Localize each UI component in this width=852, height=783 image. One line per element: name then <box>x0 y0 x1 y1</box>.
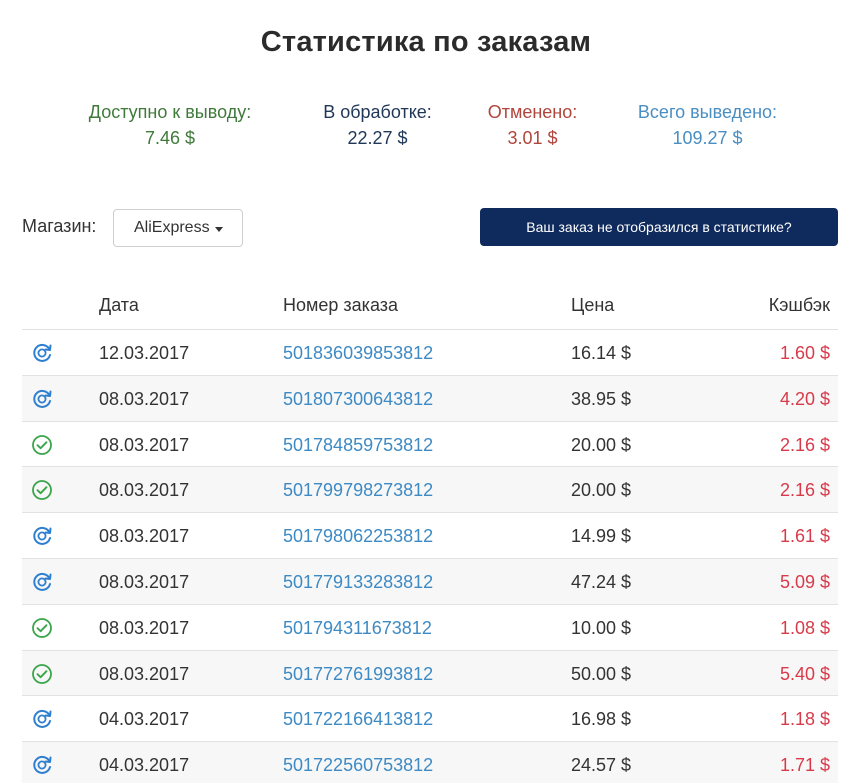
order-date: 08.03.2017 <box>99 571 190 592</box>
order-price: 14.99 $ <box>571 526 632 547</box>
order-cashback: 2.16 $ <box>779 434 830 455</box>
store-select-value: AliExpress <box>134 219 210 236</box>
completed-status-icon <box>31 663 53 685</box>
stat-processing-value: 22.27 $ <box>347 128 408 148</box>
order-date: 08.03.2017 <box>99 526 190 547</box>
stat-processing-label: В обработке: <box>323 102 432 122</box>
order-price: 16.98 $ <box>571 709 632 730</box>
completed-status-icon <box>31 434 53 456</box>
order-cashback: 2.16 $ <box>779 480 830 501</box>
store-label: Магазин: <box>22 216 97 236</box>
store-select[interactable]: AliExpress <box>113 209 243 247</box>
table-row: 08.03.2017 501784859753812 20.00 $ 2.16 $ <box>22 422 838 468</box>
order-price: 38.95 $ <box>571 388 632 409</box>
table-row: 08.03.2017 501772761993812 50.00 $ 5.40 $ <box>22 650 838 697</box>
order-cashback: 1.08 $ <box>779 617 830 638</box>
order-number-link[interactable]: 501722166413812 <box>283 709 433 730</box>
order-price: 20.00 $ <box>571 480 632 501</box>
stat-cancelled-label: Отменено: <box>487 102 578 122</box>
order-price: 10.00 $ <box>571 617 632 638</box>
order-price: 50.00 $ <box>571 663 632 684</box>
order-date: 08.03.2017 <box>99 663 190 684</box>
order-cashback: 1.60 $ <box>779 343 830 363</box>
table-row: 08.03.2017 501807300643812 38.95 $ 4.20 $ <box>22 375 838 422</box>
stats-summary: Доступно к выводу: 7.46 $ В обработке: 2… <box>0 100 852 160</box>
order-date: 12.03.2017 <box>99 343 190 363</box>
completed-status-icon <box>31 617 53 639</box>
order-cashback: 1.18 $ <box>779 709 830 730</box>
stat-available-label: Доступно к выводу: <box>88 102 252 122</box>
table-row: 12.03.2017 501836039853812 16.14 $ 1.60 $ <box>22 330 838 376</box>
stat-available: Доступно к выводу: 7.46 $ <box>70 100 270 151</box>
stat-withdrawn-value: 109.27 $ <box>672 128 743 148</box>
pending-status-icon <box>31 525 53 547</box>
order-date: 04.03.2017 <box>99 755 190 776</box>
order-number-link[interactable]: 501784859753812 <box>283 435 433 456</box>
table-body: 12.03.2017 501836039853812 16.14 $ 1.60 $ 08… <box>22 330 838 783</box>
stat-processing: В обработке: 22.27 $ <box>290 100 465 151</box>
order-cashback: 5.40 $ <box>779 663 830 684</box>
page-title: Статистика по заказам <box>260 26 592 58</box>
completed-status-icon <box>31 479 53 501</box>
order-price: 47.24 $ <box>571 571 632 592</box>
table-row: 08.03.2017 501794311673812 10.00 $ 1.08 $ <box>22 605 838 651</box>
caret-down-icon <box>215 227 223 232</box>
order-number-link[interactable]: 501798062253812 <box>283 526 433 547</box>
order-date: 08.03.2017 <box>99 617 190 638</box>
table-row: 04.03.2017 501722560753812 24.57 $ 1.71 $ <box>22 742 838 783</box>
header-price: Цена <box>571 295 615 315</box>
order-number-link[interactable]: 501836039853812 <box>283 343 433 364</box>
order-date: 08.03.2017 <box>99 388 190 409</box>
order-number-link[interactable]: 501794311673812 <box>283 618 432 639</box>
order-number-link[interactable]: 501799798273812 <box>283 480 433 501</box>
stat-withdrawn-label: Всего выведено: <box>637 102 778 122</box>
order-price: 16.14 $ <box>571 343 632 363</box>
order-number-link[interactable]: 501807300643812 <box>283 389 433 410</box>
order-price: 24.57 $ <box>571 755 632 776</box>
order-number-link[interactable]: 501772761993812 <box>283 664 433 685</box>
order-cashback: 5.09 $ <box>779 571 830 592</box>
table-row: 08.03.2017 501798062253812 14.99 $ 1.61 $ <box>22 513 838 559</box>
table-row: 08.03.2017 501799798273812 20.00 $ 2.16 $ <box>22 467 838 514</box>
pending-status-icon <box>31 388 53 410</box>
stat-withdrawn: Всего выведено: 109.27 $ <box>615 100 800 151</box>
stat-available-value: 7.46 $ <box>144 128 196 148</box>
header-cashback: Кэшбэк <box>768 295 830 315</box>
pending-status-icon <box>31 342 53 364</box>
order-cashback: 4.20 $ <box>779 388 830 409</box>
stat-cancelled-value: 3.01 $ <box>507 128 558 148</box>
table-header: Дата Номер заказа Цена Кэшбэк <box>22 284 838 330</box>
stat-cancelled: Отменено: 3.01 $ <box>460 100 605 151</box>
order-date: 04.03.2017 <box>99 709 190 730</box>
order-price: 20.00 $ <box>571 434 632 455</box>
order-number-link[interactable]: 501779133283812 <box>283 572 433 593</box>
table-row: 08.03.2017 501779133283812 47.24 $ 5.09 $ <box>22 558 838 605</box>
header-order-number: Номер заказа <box>283 295 399 315</box>
pending-status-icon <box>31 708 53 730</box>
table-row: 04.03.2017 501722166413812 16.98 $ 1.18 $ <box>22 696 838 743</box>
header-date: Дата <box>99 295 139 315</box>
pending-status-icon <box>31 754 53 776</box>
orders-table: Дата Номер заказа Цена Кэшбэк 12.03.2017… <box>22 284 838 783</box>
pending-status-icon <box>31 571 53 593</box>
order-date: 08.03.2017 <box>99 480 190 501</box>
order-date: 08.03.2017 <box>99 434 190 455</box>
order-cashback: 1.61 $ <box>779 526 830 547</box>
order-number-link[interactable]: 501722560753812 <box>283 755 433 776</box>
missing-order-button[interactable]: Ваш заказ не отобразился в статистике? <box>480 208 838 246</box>
order-cashback: 1.71 $ <box>779 755 830 776</box>
